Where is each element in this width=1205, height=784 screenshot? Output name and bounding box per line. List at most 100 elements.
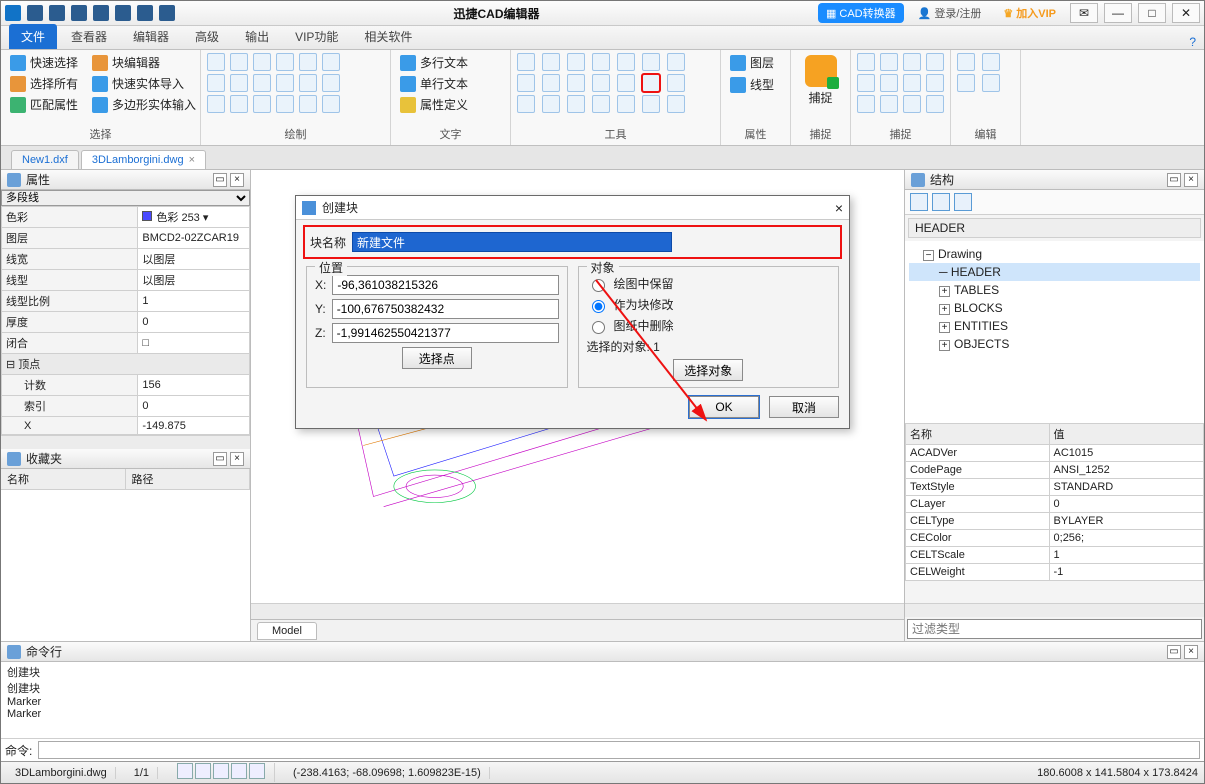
opt-delete[interactable]: 图纸中删除 [587,317,831,334]
block-editor-button[interactable]: 块编辑器 [89,53,163,72]
qat-new-icon[interactable] [27,5,43,21]
pos-x-input[interactable] [332,275,558,295]
menu-tab-advanced[interactable]: 高级 [183,24,231,49]
layout-tabs: Model [251,619,904,641]
file-tab-new1[interactable]: New1.dxf [11,150,79,169]
menu-tab-related[interactable]: 相关软件 [352,24,424,49]
pos-z-input[interactable] [332,323,559,343]
ribbon-group-text: 多行文本 单行文本 属性定义 文字 [391,50,511,145]
block-name-input[interactable] [352,232,672,252]
ortho-toggle-icon[interactable] [213,763,229,779]
position-fieldset: 位置 X: Y: Z: 选择点 [306,266,568,388]
menu-tab-output[interactable]: 输出 [233,24,281,49]
snap-toggle-icon[interactable] [177,763,193,779]
qat-saveas-icon[interactable] [93,5,109,21]
menu-tab-file[interactable]: 文件 [9,24,57,49]
dialog-close-icon[interactable]: × [835,200,843,216]
polar-toggle-icon[interactable] [231,763,247,779]
valtbl-scroll[interactable] [905,603,1204,617]
panel-close-icon[interactable]: × [230,173,244,187]
menu-tab-editor[interactable]: 编辑器 [121,24,181,49]
status-coords: (-238.4163; -68.09698; 1.609823E-15) [285,767,490,779]
grid-toggle-icon[interactable] [195,763,211,779]
match-props-button[interactable]: 匹配属性 [7,95,81,114]
select-objects-button[interactable]: 选择对象 [673,359,743,381]
opt-keep[interactable]: 绘图中保留 [587,275,831,292]
pick-point-button[interactable]: 选择点 [402,347,472,369]
linetype-button[interactable]: 线型 [727,75,777,94]
polygon-input-button[interactable]: 多边形实体输入 [89,95,199,114]
entity-type-select[interactable]: 多段线 [1,190,250,206]
snap-button[interactable]: 捕捉 [801,53,841,108]
ok-button[interactable]: OK [689,396,759,418]
mail-icon[interactable]: ✉ [1070,3,1098,23]
tree-node-tables[interactable]: +TABLES [909,281,1200,299]
panel-close-icon[interactable]: × [230,452,244,466]
attr-def-button[interactable]: 属性定义 [397,95,471,114]
status-filename: 3DLamborgini.dwg [7,767,116,779]
draw-tool-grid [207,53,342,113]
status-toggles [168,763,275,782]
paste-icon[interactable] [957,53,975,71]
help-icon[interactable]: ? [1189,35,1196,49]
qat-redo-icon[interactable] [159,5,175,21]
snap-opt-icon[interactable] [857,53,875,71]
pos-y-input[interactable] [332,299,559,319]
window-maximize[interactable]: □ [1138,3,1166,23]
panel-close-icon[interactable]: × [1184,645,1198,659]
tool-icon[interactable] [517,53,535,71]
command-input[interactable] [38,741,1200,759]
panel-pin-icon[interactable]: ▭ [213,452,227,466]
tree-node-objects[interactable]: +OBJECTS [909,335,1200,353]
quick-import-button[interactable]: 快速实体导入 [89,74,187,93]
expand-icon[interactable]: + [939,286,950,297]
model-tab[interactable]: Model [257,622,317,640]
struct-btn-icon[interactable] [910,193,928,211]
qat-undo-icon[interactable] [137,5,153,21]
delete-icon[interactable] [982,53,1000,71]
login-button[interactable]: 👤登录/注册 [910,3,990,23]
file-tab-lamborgini[interactable]: 3DLamborgini.dwg× [81,150,206,169]
window-minimize[interactable]: — [1104,3,1132,23]
tree-node-blocks[interactable]: +BLOCKS [909,299,1200,317]
structure-header-box: HEADER [908,218,1201,238]
file-tabs: New1.dxf 3DLamborgini.dwg× [1,146,1204,170]
cad-convert-button[interactable]: ▦CAD转换器 [818,3,904,23]
layer-button[interactable]: 图层 [727,53,777,72]
opt-convert[interactable]: 作为块修改 [587,296,831,313]
filter-type-input[interactable] [907,619,1202,639]
singleline-text-button[interactable]: 单行文本 [397,74,471,93]
panel-close-icon[interactable]: × [1184,173,1198,187]
status-dims: 180.6008 x 141.5804 x 173.8424 [1037,767,1198,779]
cad-icon: ▦ [826,7,836,20]
create-block-tool[interactable] [642,74,660,92]
collapse-icon[interactable]: − [923,250,934,261]
quick-select-button[interactable]: 快速选择 [7,53,81,72]
menu-tab-vip[interactable]: VIP功能 [283,24,350,49]
properties-icon [7,173,21,187]
qat-open-icon[interactable] [49,5,65,21]
cancel-button[interactable]: 取消 [769,396,839,418]
cut-icon[interactable] [957,74,975,92]
close-tab-icon[interactable]: × [189,154,195,166]
dialog-titlebar[interactable]: 创建块 × [296,196,849,220]
ribbon-group-draw: 绘制 [201,50,391,145]
window-close[interactable]: ✕ [1172,3,1200,23]
menu-tab-viewer[interactable]: 查看器 [59,24,119,49]
structure-tree[interactable]: −Drawing ─ HEADER +TABLES +BLOCKS +ENTIT… [905,241,1204,423]
prop-scroll[interactable] [1,435,250,449]
vip-button[interactable]: ♛加入VIP [995,3,1064,23]
qat-save-icon[interactable] [71,5,87,21]
multiline-text-button[interactable]: 多行文本 [397,53,471,72]
osnap-toggle-icon[interactable] [249,763,265,779]
draw-tool-icon[interactable] [207,53,225,71]
tree-node-entities[interactable]: +ENTITIES [909,317,1200,335]
qat-print-icon[interactable] [115,5,131,21]
panel-pin-icon[interactable]: ▭ [1167,645,1181,659]
canvas-h-scroll[interactable] [251,603,904,619]
select-all-button[interactable]: 选择所有 [7,74,81,93]
panel-pin-icon[interactable]: ▭ [213,173,227,187]
panel-pin-icon[interactable]: ▭ [1167,173,1181,187]
copy-icon[interactable] [982,74,1000,92]
tree-node-header[interactable]: ─ HEADER [909,263,1200,281]
